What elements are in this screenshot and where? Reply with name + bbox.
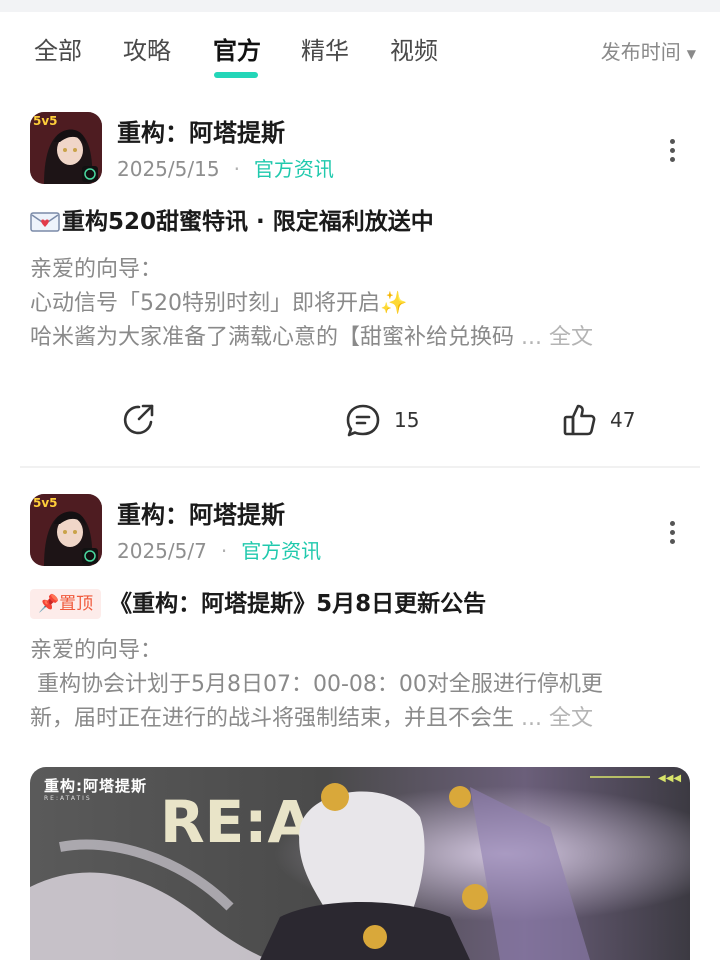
post-category[interactable]: 官方资讯 [241, 539, 321, 563]
banner-text: RE:A [160, 788, 312, 856]
post-meta: 2025/5/7 · 官方资讯 [117, 538, 321, 564]
excerpt-line: 重构协会计划于5月8日07：00-08：00对全服进行停机更 [30, 672, 603, 697]
post-author[interactable]: 重构：阿塔提斯 [117, 500, 285, 530]
post-image[interactable]: RE:A ◀◀◀ 重构:阿塔提斯 RE:ATATIS [30, 767, 690, 960]
pin-icon: 📌 [38, 594, 60, 614]
pinned-label: 置顶 [59, 594, 94, 614]
read-more-link[interactable]: 全文 [549, 706, 593, 731]
post-card[interactable]: 5v5 重构：阿塔提斯 2025/5/7 · 官方资讯 📌置顶 《重构：阿塔提斯》5月… [0, 0, 720, 960]
banner-logo-text: 重构:阿塔提斯 [44, 777, 147, 795]
more-icon[interactable] [662, 518, 682, 548]
svg-text:5v5: 5v5 [33, 496, 58, 510]
excerpt-ellipsis: ... [514, 706, 549, 731]
excerpt-line: 亲爱的向导： [30, 638, 163, 663]
svg-text:◀◀◀: ◀◀◀ [658, 773, 681, 784]
banner-logo-subtext: RE:ATATIS [44, 795, 92, 802]
excerpt-line: 新，届时正在进行的战斗将强制结束，并且不会生 ... 全文 [30, 702, 690, 736]
post-title[interactable]: 📌置顶 《重构：阿塔提斯》5月8日更新公告 [30, 588, 486, 620]
avatar[interactable]: 5v5 [30, 494, 102, 566]
excerpt-text: 新，届时正在进行的战斗将强制结束，并且不会生 [30, 706, 515, 731]
pinned-badge: 📌置顶 [30, 589, 102, 619]
post-title-text: 《重构：阿塔提斯》5月8日更新公告 [109, 591, 487, 617]
post-excerpt[interactable]: 亲爱的向导： 重构协会计划于5月8日07：00-08：00对全服进行停机更 新，… [30, 634, 690, 736]
post-date: 2025/5/7 [117, 539, 207, 563]
meta-separator: · [220, 539, 228, 563]
